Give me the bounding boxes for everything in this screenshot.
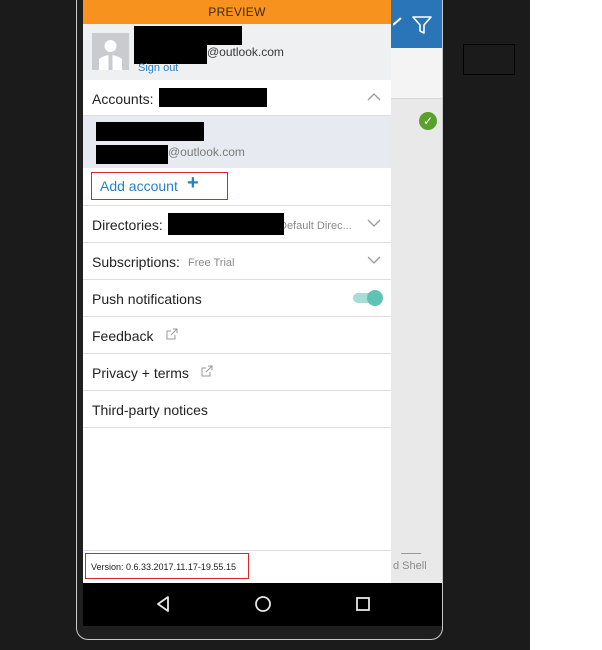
sign-out-link[interactable]: Sign out xyxy=(138,62,178,74)
feedback-label: Feedback xyxy=(92,328,154,344)
plus-icon[interactable]: + xyxy=(187,173,199,193)
phone-frame: ✓ d Shell PREVIEW @outlook.com Sign out … xyxy=(76,0,443,640)
search-icon[interactable] xyxy=(393,16,403,30)
external-link-icon xyxy=(166,328,178,340)
push-notifications-row: Push notifications xyxy=(83,280,391,317)
background-app-row: ✓ xyxy=(391,48,442,130)
external-link-icon xyxy=(201,365,213,377)
account-list-item[interactable]: @outlook.com xyxy=(83,116,391,168)
chevron-up-icon xyxy=(367,93,381,101)
recents-square-icon[interactable] xyxy=(354,595,372,613)
directories-row[interactable]: Directories: Default Direc... xyxy=(83,206,391,243)
background-nav-indicator xyxy=(401,553,421,554)
chevron-down-icon xyxy=(367,256,381,264)
version-text: Version: 0.6.33.2017.11.17-19.55.15 xyxy=(91,562,236,572)
filter-icon[interactable] xyxy=(411,14,433,36)
avatar xyxy=(92,33,129,70)
directories-label: Directories: xyxy=(92,217,163,233)
toggle-knob xyxy=(367,290,383,306)
redacted-account-title xyxy=(96,122,204,141)
feedback-row[interactable]: Feedback xyxy=(83,317,391,354)
chevron-down-icon xyxy=(367,219,381,227)
subscriptions-row[interactable]: Subscriptions: Free Trial xyxy=(83,243,391,280)
push-notifications-toggle[interactable] xyxy=(353,290,383,306)
privacy-terms-row[interactable]: Privacy + terms xyxy=(83,354,391,391)
background-nav-label[interactable]: d Shell xyxy=(393,560,427,572)
background-app: ✓ d Shell xyxy=(391,0,442,583)
directories-value: Default Direc... xyxy=(279,220,352,232)
profile-email: @outlook.com xyxy=(207,45,284,59)
settings-drawer: PREVIEW @outlook.com Sign out Accounts: xyxy=(83,0,391,583)
add-account-row: Add account + xyxy=(83,168,391,206)
redacted-directory xyxy=(168,213,284,235)
back-triangle-icon[interactable] xyxy=(154,595,172,613)
profile-header: @outlook.com Sign out xyxy=(83,24,391,80)
outline-box xyxy=(463,44,515,75)
android-nav-bar xyxy=(83,583,442,626)
redacted-account-email-prefix xyxy=(96,145,168,164)
add-account-button[interactable]: Add account xyxy=(100,178,178,194)
version-footer: Version: 0.6.33.2017.11.17-19.55.15 xyxy=(83,550,391,583)
redacted-name xyxy=(134,26,242,45)
account-email: @outlook.com xyxy=(168,145,245,159)
background-app-header xyxy=(391,0,442,48)
subscriptions-value: Free Trial xyxy=(188,257,235,269)
subscriptions-label: Subscriptions: xyxy=(92,254,180,270)
push-notifications-label: Push notifications xyxy=(92,291,202,307)
avatar-placeholder-icon xyxy=(92,33,129,70)
right-background-strip xyxy=(530,0,602,650)
check-circle-icon: ✓ xyxy=(419,112,437,130)
accounts-label: Accounts: xyxy=(92,91,154,107)
third-party-notices-label: Third-party notices xyxy=(92,402,208,418)
accounts-header[interactable]: Accounts: xyxy=(83,80,391,116)
privacy-terms-label: Privacy + terms xyxy=(92,365,189,381)
third-party-notices-row[interactable]: Third-party notices xyxy=(83,391,391,428)
redacted-account-name xyxy=(159,88,267,107)
home-circle-icon[interactable] xyxy=(254,595,272,613)
preview-banner: PREVIEW xyxy=(83,0,391,24)
